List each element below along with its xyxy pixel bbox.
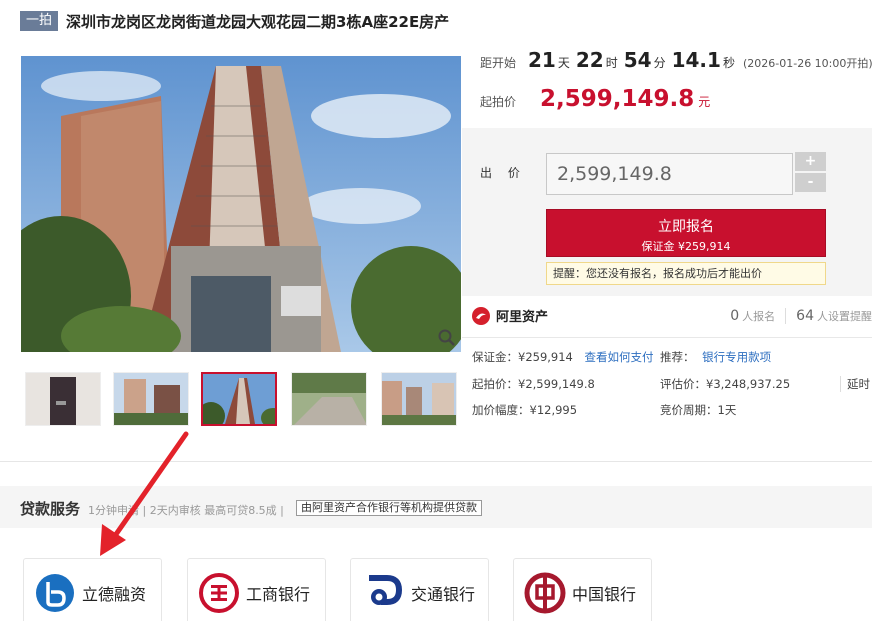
countdown-hours: 22	[575, 48, 604, 72]
reminders-count: 64	[796, 308, 814, 324]
bid-amount-input[interactable]	[546, 153, 793, 195]
register-tip: 提醒：您还没有报名，报名成功后才能出价	[546, 262, 826, 285]
thumbnail-building-1[interactable]	[113, 372, 189, 426]
appraisal-detail: 评估价：¥3,248,937.25	[660, 377, 791, 391]
countdown-minutes: 54	[623, 48, 652, 72]
bank-card-boc[interactable]: 中国银行	[513, 558, 652, 621]
deposit-detail: 保证金：¥259,914 查看如何支付	[472, 349, 654, 365]
thumbnail-strip	[25, 372, 465, 428]
start-price-unit: 元	[698, 95, 711, 109]
bank-name-lide: 立德融资	[82, 585, 147, 604]
deposit-label: 保证金 ¥259,914	[641, 240, 731, 253]
boc-logo-icon	[524, 572, 566, 614]
bid-cycle-detail: 竞价周期：1天	[660, 403, 737, 417]
bocom-logo-icon	[369, 575, 403, 605]
loan-title: 贷款服务	[20, 500, 81, 518]
start-time: (2026-01-26 10:00开拍)	[742, 57, 872, 70]
countdown-days: 21	[528, 48, 556, 72]
start-price-value: 2,599,149.8	[540, 86, 695, 112]
lide-logo-icon	[36, 574, 74, 612]
bid-label: 出 价	[480, 166, 526, 180]
building-photo	[21, 56, 461, 352]
title-bar: 一拍 深圳市龙岗区龙岗街道龙园大观花园二期3栋A座22E房产	[20, 9, 860, 33]
alibaba-logo-icon	[472, 306, 490, 325]
recommend-text: 推荐：	[660, 350, 695, 364]
thumbnail-street[interactable]	[381, 372, 457, 426]
registered-label: 人报名	[742, 310, 776, 323]
icbc-logo-icon	[199, 573, 239, 613]
stats-divider	[785, 308, 787, 324]
bank-name-boc: 中国银行	[572, 585, 637, 604]
countdown-row: 距开始 21 天 22 时 54 分 14.1 秒 (2026-01-26 10…	[480, 48, 872, 72]
bank-name-icbc: 工商银行	[246, 585, 311, 604]
bank-card-bocom[interactable]: 交通银行	[350, 558, 489, 621]
auction-round-badge: 一拍	[20, 11, 59, 31]
platform-name: 阿里资产	[496, 310, 549, 325]
register-label: 立即报名	[658, 219, 714, 235]
thumbnail-building-2-selected[interactable]	[201, 372, 277, 426]
deposit-text: 保证金：¥259,914	[472, 350, 573, 364]
page-title: 深圳市龙岗区龙岗街道龙园大观花园二期3栋A座22E房产	[66, 12, 450, 31]
start-price-row: 起拍价 2,599,149.8 元	[480, 86, 710, 112]
increment-detail: 加价幅度：¥12,995	[472, 403, 578, 417]
platform-logo[interactable]: 阿里资产	[472, 306, 548, 325]
countdown-minutes-unit: 分	[653, 56, 666, 70]
countdown-days-unit: 天	[557, 56, 570, 70]
increase-bid-button[interactable]: +	[795, 152, 826, 171]
countdown-hours-unit: 时	[605, 56, 618, 70]
thumbnail-courtyard[interactable]	[291, 372, 367, 426]
bank-card-icbc[interactable]: 工商银行	[187, 558, 326, 621]
countdown-label: 距开始	[480, 56, 517, 70]
bank-name-bocom: 交通银行	[411, 585, 476, 604]
how-to-pay-link[interactable]: 查看如何支付	[585, 350, 654, 364]
extension-detail: 延时	[840, 376, 870, 392]
bank-payment-link[interactable]: 银行专用款项	[702, 350, 771, 364]
reminders-label: 人设置提醒	[817, 310, 872, 323]
loan-provider-tag: 由阿里资产合作银行等机构提供贷款	[296, 500, 482, 516]
bank-card-lide[interactable]: 立德融资	[23, 558, 162, 621]
auction-status-panel: 距开始 21 天 22 时 54 分 14.1 秒 (2026-01-26 10…	[462, 38, 872, 128]
platform-stats: 0 人报名 64 人设置提醒	[730, 308, 872, 324]
platform-row: 阿里资产 0 人报名 64 人设置提醒	[462, 296, 872, 338]
main-property-photo[interactable]	[21, 56, 461, 352]
thumbnail-door[interactable]	[25, 372, 101, 426]
decrease-bid-button[interactable]: -	[795, 173, 826, 192]
countdown-seconds-unit: 秒	[722, 56, 735, 70]
zoom-icon[interactable]	[437, 328, 457, 348]
start-price-label: 起拍价	[480, 95, 517, 109]
arrow-annotation	[100, 431, 189, 556]
recommend-detail: 推荐： 银行专用款项	[660, 349, 771, 365]
register-now-button[interactable]: 立即报名 保证金 ¥259,914	[546, 209, 826, 257]
bid-panel: 出 价 + - 立即报名 保证金 ¥259,914 提醒：您还没有报名，报名成功…	[462, 128, 872, 296]
countdown-seconds: 14.1	[671, 48, 721, 72]
start-price-detail: 起拍价：¥2,599,149.8	[472, 377, 595, 391]
registered-count: 0	[730, 308, 740, 324]
